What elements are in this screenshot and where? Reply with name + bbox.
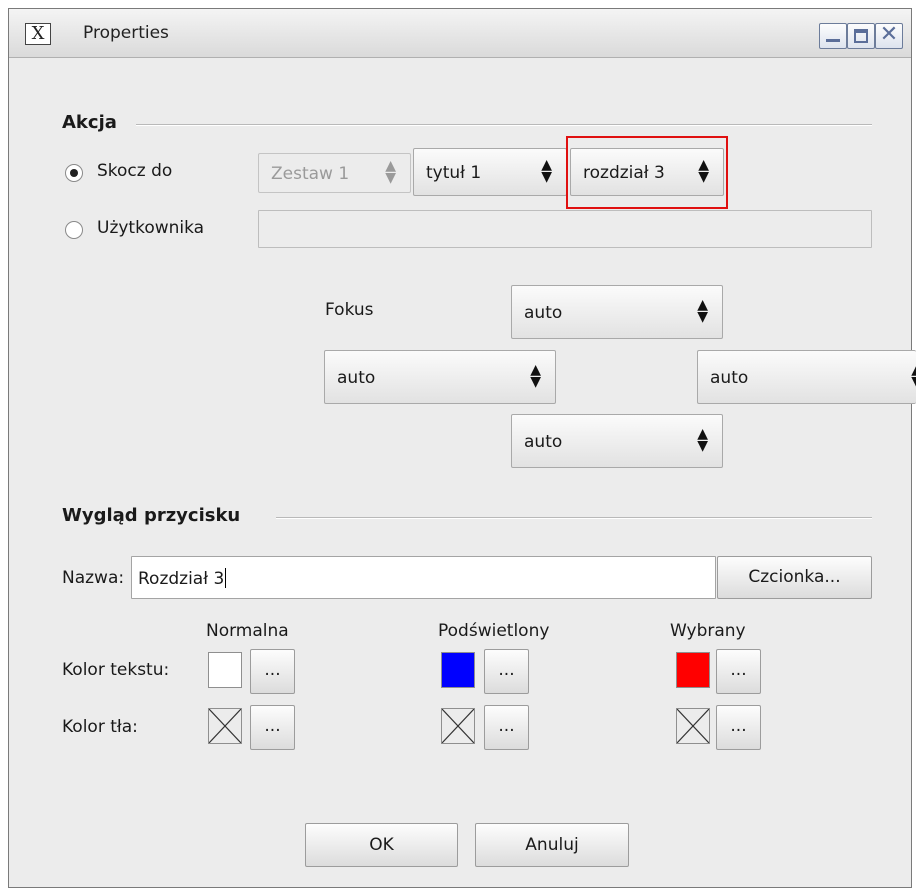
text-color-picker-selected[interactable]: ... [716,649,761,694]
column-highlighted: Podświetlony [438,621,550,641]
radio-skocz-do-label: Skocz do [97,161,173,181]
updown-arrow-icon: ▲▼ [541,157,552,185]
highlight-box [566,136,728,209]
focus-right-value: auto [710,368,749,388]
text-color-swatch-selected [676,652,710,688]
bg-color-picker-normal[interactable]: ... [250,705,295,750]
updown-arrow-icon: ▲▼ [530,362,541,390]
group-title-appearance: Wygląd przycisku [62,505,241,526]
text-caret [225,568,227,588]
radio-uzytkownika[interactable] [65,221,83,239]
group-divider [276,517,872,519]
window-title: Properties [83,23,169,43]
column-normal: Normalna [206,621,289,641]
updown-arrow-icon: ▲▼ [697,297,708,325]
title-combo-value: tytuł 1 [426,163,482,183]
radio-skocz-do[interactable] [65,164,83,182]
focus-right-combo[interactable]: auto ▲▼ [697,350,916,404]
group-divider [136,124,872,126]
focus-left-value: auto [337,368,376,388]
set-combo-value: Zestaw 1 [271,164,350,184]
ok-button[interactable]: OK [305,823,458,867]
properties-window: X Properties ✕ [8,8,912,888]
title-bar[interactable]: X Properties ✕ [9,9,911,58]
title-combo[interactable]: tytuł 1 ▲ ▼ [413,148,567,196]
focus-down-combo[interactable]: auto ▲ ▼ [511,414,723,468]
set-combo: Zestaw 1 ▲ ▼ [258,153,411,193]
name-label: Nazwa: [62,568,125,588]
updown-arrow-icon: ▲▼ [697,426,708,454]
focus-down-value: auto [524,432,563,452]
focus-left-combo[interactable]: auto ▲ ▼ [324,350,556,404]
group-title-akcja: Akcja [62,112,117,133]
name-input[interactable]: Rozdział 3 [131,556,716,599]
name-input-value: Rozdział 3 [138,569,225,589]
text-color-picker-highlighted[interactable]: ... [484,649,529,694]
close-icon[interactable]: ✕ [875,23,903,49]
updown-arrow-icon: ▲▼ [385,158,396,186]
bg-color-picker-selected[interactable]: ... [716,705,761,750]
updown-arrow-icon: ▲▼ [911,363,916,389]
text-color-label: Kolor tekstu: [62,660,170,680]
text-color-swatch-normal [208,652,242,688]
focus-up-value: auto [524,303,563,323]
font-button[interactable]: Czcionka... [717,556,872,599]
bg-color-label: Kolor tła: [62,717,138,737]
column-selected: Wybrany [670,621,746,641]
focus-up-combo[interactable]: auto ▲ ▼ [511,285,723,339]
app-icon: X [25,23,51,45]
radio-uzytkownika-label: Użytkownika [97,218,205,238]
minimize-icon[interactable] [819,23,847,49]
bg-color-picker-highlighted[interactable]: ... [484,705,529,750]
no-color-icon [441,708,475,744]
text-color-picker-normal[interactable]: ... [250,649,295,694]
focus-label: Fokus [325,300,374,320]
cancel-button[interactable]: Anuluj [475,823,629,867]
maximize-icon[interactable] [847,23,875,49]
no-color-icon [208,708,242,744]
no-color-icon [676,708,710,744]
text-color-swatch-highlighted [441,652,475,688]
user-command-field [258,210,872,248]
